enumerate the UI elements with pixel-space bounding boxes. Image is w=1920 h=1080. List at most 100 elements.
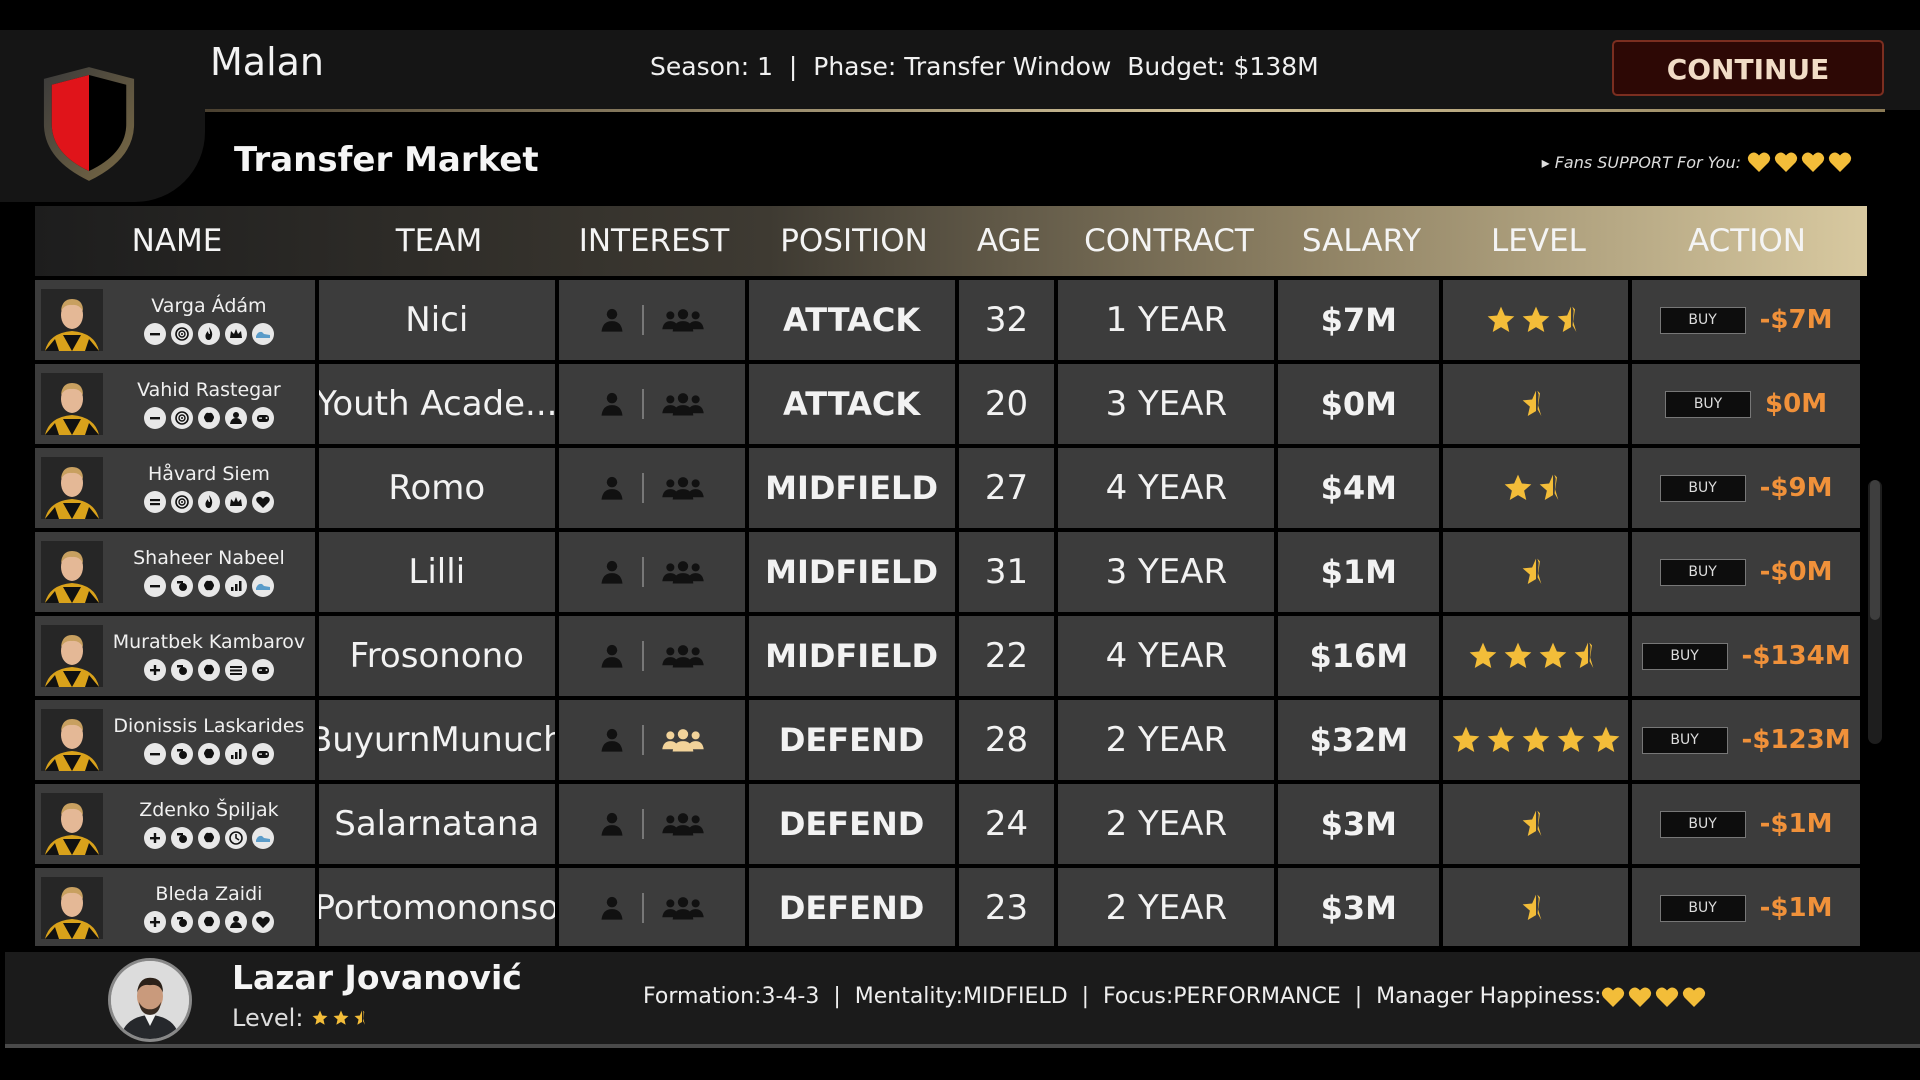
player-name: Håvard Siem bbox=[147, 463, 270, 485]
scrollbar-thumb[interactable] bbox=[1870, 480, 1880, 620]
transfer-cost: -$1M bbox=[1759, 893, 1833, 923]
player-portrait-icon bbox=[41, 289, 103, 351]
trait-person-icon bbox=[224, 911, 247, 933]
buy-button[interactable]: BUY bbox=[1659, 474, 1746, 502]
player-avatar bbox=[41, 457, 103, 519]
player-position: ATTACK bbox=[748, 280, 955, 360]
buy-button[interactable]: BUY bbox=[1641, 726, 1728, 754]
player-position: MIDFIELD bbox=[748, 532, 955, 612]
table-row[interactable]: Shaheer Nabeel Lilli MIDFIELD 31 3 YEAR $1M BU… bbox=[35, 532, 1860, 612]
player-level-stars bbox=[1467, 640, 1604, 672]
trait-gamepad-icon bbox=[251, 407, 274, 429]
interest-divider bbox=[641, 389, 644, 419]
player-contract: 2 YEAR bbox=[1058, 700, 1275, 780]
player-age: 27 bbox=[958, 448, 1055, 528]
player-interest-icon bbox=[601, 896, 623, 920]
player-avatar bbox=[41, 709, 103, 771]
player-name-cell[interactable]: Vahid Rastegar bbox=[35, 364, 315, 444]
manager-avatar bbox=[108, 958, 192, 1042]
heart-icon bbox=[1747, 152, 1771, 172]
player-position: DEFEND bbox=[748, 784, 955, 864]
trait-target-icon bbox=[170, 323, 193, 345]
player-age: 23 bbox=[958, 868, 1055, 946]
player-avatar bbox=[41, 289, 103, 351]
player-contract: 2 YEAR bbox=[1058, 868, 1275, 946]
table-row[interactable]: Zdenko Špiljak Salarnatana DEFEND 24 2 YEAR $… bbox=[35, 784, 1860, 864]
buy-button[interactable]: BUY bbox=[1665, 390, 1752, 418]
table-row[interactable]: Varga Ádám Nici ATTACK 32 1 YEAR $7M BUY -$7M bbox=[35, 280, 1860, 360]
player-salary: $16M bbox=[1278, 616, 1440, 696]
player-interest-icon bbox=[601, 728, 623, 752]
table-row[interactable]: Muratbek Kambarov Frosonono MIDFIELD 22 4 YE… bbox=[35, 616, 1860, 696]
transfer-cost: -$123M bbox=[1741, 725, 1851, 755]
star-icon bbox=[1557, 726, 1585, 752]
player-name-cell[interactable]: Shaheer Nabeel bbox=[35, 532, 315, 612]
interest-divider bbox=[641, 809, 644, 839]
heart-icon bbox=[1629, 987, 1652, 1007]
interest-cell bbox=[558, 784, 745, 864]
phase-value: Transfer Window bbox=[904, 52, 1112, 81]
player-age: 28 bbox=[958, 700, 1055, 780]
buy-button[interactable]: BUY bbox=[1659, 306, 1746, 334]
column-header-contract[interactable]: CONTRACT bbox=[1059, 206, 1279, 276]
column-header-salary[interactable]: SALARY bbox=[1279, 206, 1444, 276]
buy-button[interactable]: BUY bbox=[1659, 558, 1746, 586]
fans-support: ▸ Fans SUPPORT For You: bbox=[1542, 150, 1852, 174]
player-name-cell[interactable]: Dionissis Laskarides bbox=[35, 700, 315, 780]
player-level-stars bbox=[1502, 472, 1569, 504]
player-salary: $4M bbox=[1278, 448, 1440, 528]
player-contract: 1 YEAR bbox=[1058, 280, 1275, 360]
column-header-action[interactable]: ACTION bbox=[1633, 206, 1861, 276]
player-level bbox=[1443, 784, 1629, 864]
buy-button[interactable]: BUY bbox=[1659, 894, 1746, 922]
trait-fire-icon bbox=[197, 323, 220, 345]
player-level bbox=[1443, 868, 1629, 946]
player-name-cell[interactable]: Bleda Zaidi bbox=[35, 868, 315, 946]
column-header-age[interactable]: AGE bbox=[959, 206, 1059, 276]
interest-cell bbox=[558, 448, 745, 528]
column-header-name[interactable]: NAME bbox=[35, 206, 319, 276]
player-name-cell[interactable]: Håvard Siem bbox=[35, 448, 315, 528]
table-header: NAME TEAM INTEREST POSITION AGE CONTRACT… bbox=[35, 206, 1867, 276]
trait-chart-icon bbox=[224, 743, 247, 765]
column-header-position[interactable]: POSITION bbox=[749, 206, 959, 276]
action-cell: BUY -$1M bbox=[1632, 868, 1860, 946]
player-name-cell[interactable]: Zdenko Špiljak bbox=[35, 784, 315, 864]
player-level bbox=[1443, 448, 1629, 528]
player-name-cell[interactable]: Varga Ádám bbox=[35, 280, 315, 360]
interest-divider bbox=[641, 725, 644, 755]
player-name-cell[interactable]: Muratbek Kambarov bbox=[35, 616, 315, 696]
trait-whistle-icon bbox=[170, 911, 193, 933]
interest-cell bbox=[558, 364, 745, 444]
player-level bbox=[1443, 532, 1629, 612]
team-interest-icon bbox=[661, 393, 704, 416]
buy-button[interactable]: BUY bbox=[1641, 642, 1728, 670]
continue-button[interactable]: CONTINUE bbox=[1612, 40, 1884, 96]
player-salary: $1M bbox=[1278, 532, 1440, 612]
crest-panel bbox=[0, 30, 205, 202]
table-row[interactable]: Vahid Rastegar Youth Acade... ATTACK 20 3 YE… bbox=[35, 364, 1860, 444]
interest-cell bbox=[558, 700, 745, 780]
player-avatar bbox=[41, 793, 103, 855]
manager-happiness-hearts bbox=[1601, 985, 1706, 1009]
fans-support-label: ▸ Fans SUPPORT For You: bbox=[1541, 152, 1741, 172]
table-row[interactable]: Bleda Zaidi Portomononso DEFEND 23 2 YEAR $3M… bbox=[35, 868, 1860, 946]
player-traits bbox=[143, 575, 274, 597]
manager-portrait-icon bbox=[111, 961, 189, 1039]
trait-fire-icon bbox=[197, 491, 220, 513]
player-name: Dionissis Laskarides bbox=[113, 715, 305, 737]
mentality-value: MIDFIELD bbox=[962, 984, 1068, 1009]
buy-button[interactable]: BUY bbox=[1659, 810, 1746, 838]
star-icon bbox=[312, 1010, 328, 1025]
player-position: MIDFIELD bbox=[748, 616, 955, 696]
trait-gamepad-icon bbox=[251, 743, 274, 765]
column-header-team[interactable]: TEAM bbox=[319, 206, 559, 276]
table-row[interactable]: Dionissis Laskarides BuyurnMunuch DEFEND 28… bbox=[35, 700, 1860, 780]
heart-icon bbox=[1774, 152, 1798, 172]
trait-gamepad-icon bbox=[251, 659, 274, 681]
column-header-level[interactable]: LEVEL bbox=[1444, 206, 1633, 276]
formation-value: 3-4-3 bbox=[761, 984, 820, 1009]
column-header-interest[interactable]: INTEREST bbox=[559, 206, 749, 276]
table-row[interactable]: Håvard Siem Romo MIDFIELD 27 4 YEAR $4M BUY -$9… bbox=[35, 448, 1860, 528]
half-star-icon bbox=[1557, 306, 1577, 332]
